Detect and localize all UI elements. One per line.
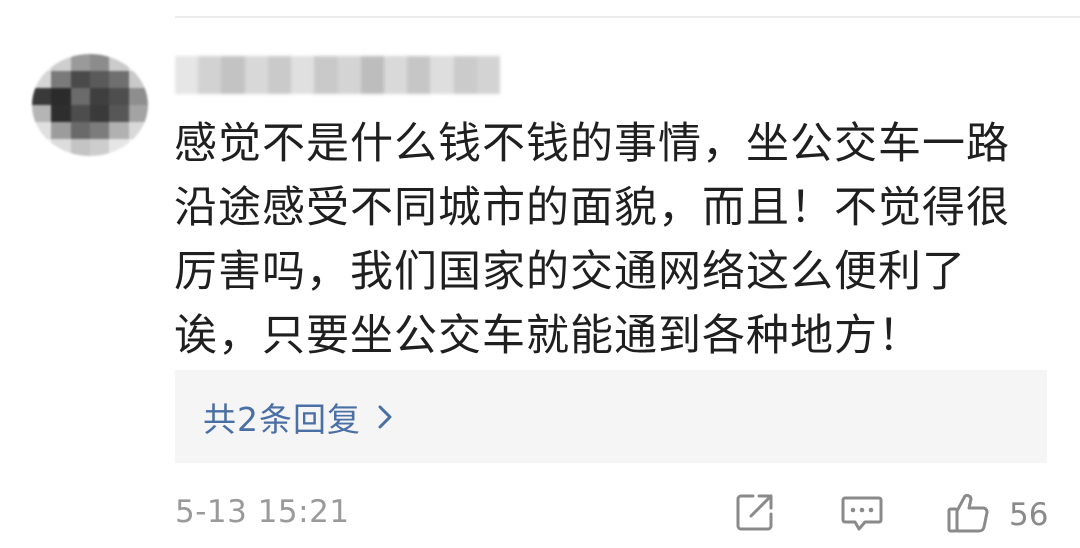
view-replies-button[interactable]: 共2条回复 [175, 370, 1047, 463]
replies-count-label: 共2条回复 [203, 399, 361, 439]
chevron-right-icon [377, 404, 393, 430]
share-button[interactable] [733, 490, 777, 538]
comment-icon [839, 490, 885, 540]
username[interactable] [175, 56, 501, 94]
avatar[interactable] [32, 54, 148, 156]
thumbs-up-icon [945, 490, 991, 540]
comment-footer: 5-13 15:21 56 [175, 490, 1048, 540]
like-count: 56 [1009, 497, 1049, 533]
top-divider [175, 16, 1080, 18]
timestamp: 5-13 15:21 [175, 494, 350, 530]
share-icon [733, 490, 777, 538]
comment-text: 感觉不是什么钱不钱的事情，坐公交车一路沿途感受不同城市的面貌，而且！不觉得很厉害… [174, 119, 1010, 361]
like-button[interactable]: 56 [945, 490, 1048, 540]
reply-button[interactable] [839, 490, 885, 540]
